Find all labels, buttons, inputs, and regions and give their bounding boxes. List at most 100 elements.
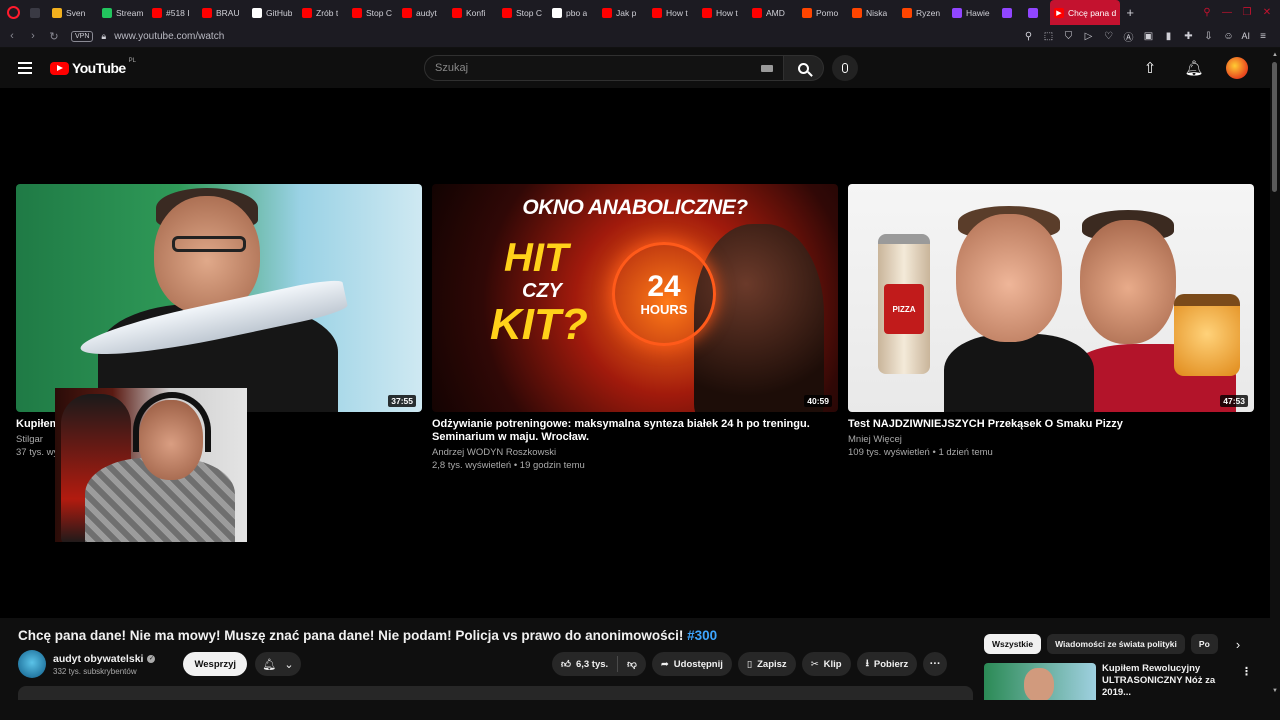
maximize-icon[interactable]: ❐ (1240, 6, 1254, 20)
aria-ai-button[interactable]: AI (1241, 31, 1250, 41)
chip-next[interactable]: Po (1190, 634, 1218, 654)
dislike-button[interactable]: 👎︎ (618, 652, 646, 676)
chevron-right-icon[interactable]: › (1228, 634, 1248, 654)
tab-label: Hawie (966, 7, 990, 18)
end-screen-card[interactable]: OKNO ANABOLICZNE? HIT CZY KIT? 24 HOURS … (432, 184, 838, 472)
channel-name[interactable]: audyt obywatelski (53, 653, 143, 665)
recommended-title[interactable]: Kupiłem Rewolucyjny ULTRASONICZNY Nóż za… (1102, 663, 1242, 700)
extension-a-icon[interactable]: Ⓐ (1121, 29, 1135, 44)
share-button[interactable]: ➦ Udostępnij (651, 652, 732, 676)
close-icon[interactable]: ✕ (1260, 6, 1274, 20)
like-button[interactable]: 👍︎ 6,3 tys. (552, 652, 617, 676)
video-thumbnail[interactable]: PIZZA 47:53 (848, 184, 1254, 412)
card-title[interactable]: Odżywianie potreningowe: maksymalna synt… (432, 418, 838, 444)
upload-icon[interactable]: ⇧ (1138, 56, 1162, 80)
browser-tab[interactable]: Sven (48, 0, 98, 25)
thumb-can-label: PIZZA (884, 284, 924, 334)
scroll-down-arrow-icon[interactable]: ▼ (1271, 688, 1279, 696)
chip-politics-news[interactable]: Wiadomości ze świata polityki (1047, 634, 1185, 654)
browser-tab[interactable]: Hawie (948, 0, 998, 25)
menu-icon[interactable]: ≡ (1256, 31, 1270, 42)
support-button[interactable]: Wesprzyj (183, 652, 247, 676)
recommended-thumbnail[interactable] (984, 663, 1096, 700)
browser-tab[interactable] (998, 0, 1024, 25)
browser-tab[interactable]: Pomo (798, 0, 848, 25)
notifications-bell-icon[interactable]: 🔔︎ (1182, 56, 1206, 80)
account-avatar[interactable] (1226, 57, 1248, 79)
browser-tab[interactable]: BRAU (198, 0, 248, 25)
browser-tab[interactable]: How t (648, 0, 698, 25)
extension-badge-icon[interactable]: ▣ (1141, 31, 1155, 42)
more-actions-icon[interactable]: ··· (923, 652, 948, 676)
browser-tab[interactable]: pbo a (548, 0, 598, 25)
browser-tab[interactable]: AMD (748, 0, 798, 25)
hamburger-menu-icon[interactable] (0, 62, 50, 74)
save-button[interactable]: ▯ Zapisz (737, 652, 796, 676)
card-channel[interactable]: Andrzej WODYN Roszkowski (432, 447, 838, 459)
forward-arrow-icon[interactable]: › (24, 27, 42, 45)
browser-tab[interactable]: Niska (848, 0, 898, 25)
video-hashtag[interactable]: #300 (687, 628, 717, 643)
browser-tab[interactable]: Zrób t (298, 0, 348, 25)
duration-badge: 37:55 (388, 395, 416, 407)
browser-tab[interactable]: Stop C (498, 0, 548, 25)
browser-tab[interactable]: audyt (398, 0, 448, 25)
browser-tab[interactable]: Konfi (448, 0, 498, 25)
download-icon[interactable]: ⇩ (1201, 31, 1215, 42)
card-stats: 2,8 tys. wyświetleń • 19 godzin temu (432, 460, 585, 471)
more-options-icon[interactable]: ⋮ (1241, 665, 1252, 678)
search-tabs-icon[interactable]: ⚲ (1200, 6, 1214, 20)
browser-tab[interactable] (26, 0, 48, 25)
tab-active[interactable]: ▶ Chcę pana d (1050, 0, 1121, 25)
browser-tab[interactable]: How t (698, 0, 748, 25)
scroll-up-arrow-icon[interactable]: ▲ (1271, 52, 1279, 60)
search-input[interactable]: Szukaj (424, 55, 784, 81)
voice-search-button[interactable] (832, 55, 858, 81)
page-scrollbar[interactable]: ▲ ▼ (1270, 48, 1280, 700)
end-screen-card[interactable]: PIZZA 47:53 Test NAJDZIWNIEJSZYCH Przeką… (848, 184, 1254, 459)
browser-tab[interactable]: Ryzen (898, 0, 948, 25)
card-title[interactable]: Test NAJDZIWNIEJSZYCH Przekąsek O Smaku … (848, 418, 1254, 431)
video-thumbnail[interactable]: OKNO ANABOLICZNE? HIT CZY KIT? 24 HOURS … (432, 184, 838, 412)
shield-icon[interactable]: ⛉ (1061, 31, 1075, 42)
recommended-video[interactable]: Kupiłem Rewolucyjny ULTRASONICZNY Nóż za… (984, 663, 1242, 700)
browser-tab[interactable]: Stop C (348, 0, 398, 25)
browser-tab[interactable]: GitHub (248, 0, 298, 25)
pin-icon[interactable]: ⚲ (1021, 31, 1035, 42)
subscription-bell-button[interactable]: 🔔︎ ⌄ (255, 652, 301, 676)
browser-tab[interactable] (1024, 0, 1050, 25)
battery-icon[interactable]: ▮ (1161, 31, 1175, 42)
youtube-icon (752, 7, 762, 18)
card-channel[interactable]: Mniej Więcej (848, 434, 1254, 446)
scrollbar-thumb[interactable] (1272, 62, 1277, 192)
reload-icon[interactable]: ↻ (45, 27, 63, 45)
lock-icon[interactable]: 🔒︎ (101, 31, 106, 42)
video-thumbnail[interactable]: 37:55 (16, 184, 422, 412)
keyboard-icon[interactable] (761, 64, 773, 72)
minimize-icon[interactable]: — (1220, 6, 1234, 20)
vpn-badge[interactable]: VPN (71, 30, 94, 42)
profile-icon[interactable]: ☺ (1221, 31, 1235, 42)
search-button[interactable] (784, 55, 824, 81)
browser-tab[interactable]: #518 I (148, 0, 198, 25)
browser-tab[interactable]: Stream (98, 0, 148, 25)
channel-avatar[interactable] (18, 650, 46, 678)
chip-all[interactable]: Wszystkie (984, 634, 1042, 654)
youtube-logo[interactable]: YouTube PL (50, 58, 136, 76)
clip-button[interactable]: ✂ Klip (801, 652, 851, 676)
new-tab-button[interactable]: + (1120, 5, 1140, 20)
back-arrow-icon[interactable]: ‹ (3, 27, 21, 45)
opera-logo-icon[interactable] (0, 0, 26, 25)
reddit-icon (852, 7, 862, 18)
description-box[interactable] (18, 686, 973, 700)
heart-icon[interactable]: ♡ (1101, 31, 1115, 42)
tab-list: Sven Stream #518 I BRAU GitHub Zrób t Stop C au… (26, 0, 1050, 25)
twitch-icon (1028, 7, 1038, 18)
download-button[interactable]: ⭳ Pobierz (856, 652, 918, 676)
puzzle-icon[interactable]: ✚ (1181, 31, 1195, 42)
play-icon[interactable]: ▷ (1081, 31, 1095, 42)
url-field[interactable]: www.youtube.com/watch (114, 31, 224, 42)
scissors-icon: ✂ (810, 658, 819, 670)
browser-tab[interactable]: Jak p (598, 0, 648, 25)
snapshot-icon[interactable]: ⬚ (1041, 31, 1055, 42)
